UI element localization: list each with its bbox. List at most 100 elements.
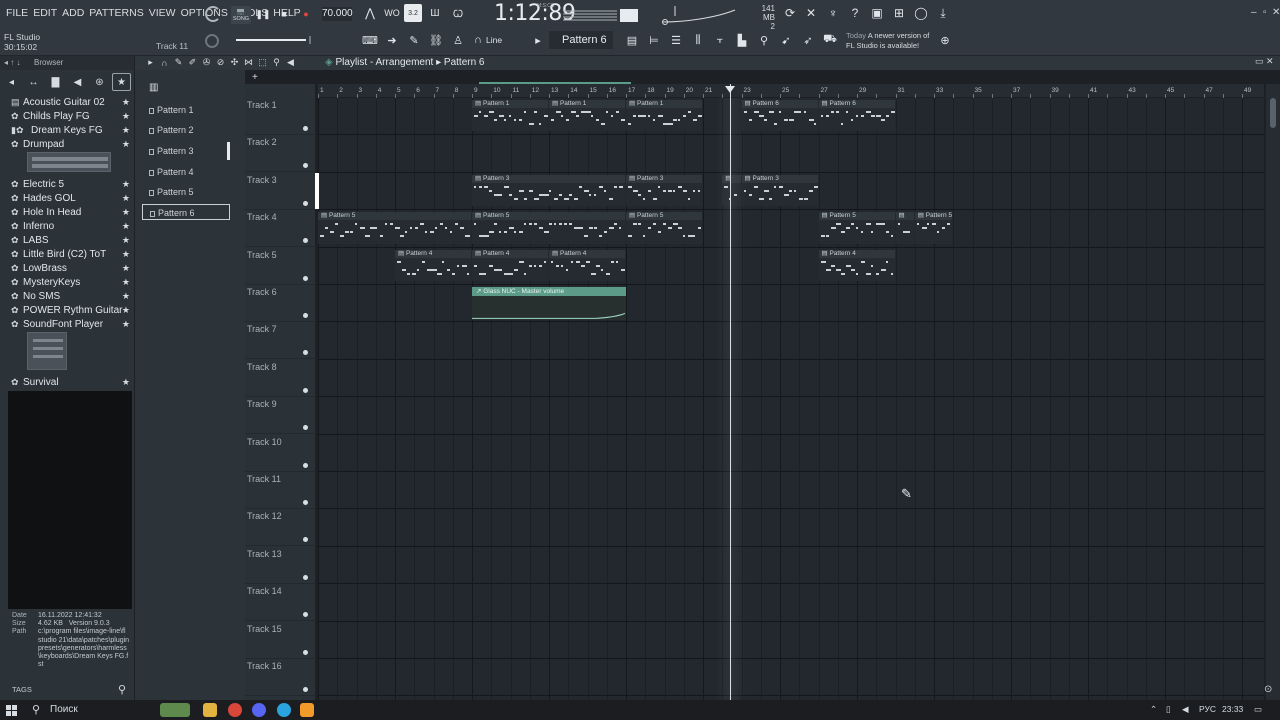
news-panel[interactable]: Today A newer version of FL Studio is av… (846, 31, 929, 50)
record-button[interactable]: ● (298, 6, 314, 22)
track-mute-dot[interactable] (303, 275, 308, 281)
clock[interactable]: 23:33 (1222, 704, 1243, 714)
star-icon[interactable]: ★ (122, 219, 130, 233)
playlist-scrollbar[interactable] (1266, 84, 1280, 700)
track-header[interactable]: Track 13 (245, 547, 315, 584)
playhead-marker[interactable] (725, 86, 735, 93)
browser-item[interactable]: ✿ Drumpad ★ (11, 137, 132, 151)
picker-item[interactable]: Pattern 1 (142, 102, 230, 118)
window-maximize[interactable]: ▫ (1263, 7, 1267, 18)
track-mute-dot[interactable] (303, 238, 308, 244)
loop-region[interactable] (479, 82, 631, 84)
tempo-display[interactable]: 70.000 (322, 7, 353, 21)
add-track-icon[interactable]: + (252, 72, 258, 83)
master-volume-slider[interactable] (234, 36, 314, 44)
tool-playback[interactable]: ◀ (285, 56, 296, 69)
pattern-clip[interactable]: ▤ Pattern 6 (818, 100, 895, 132)
picker-item[interactable]: Pattern 4 (142, 164, 230, 180)
pattern-clip[interactable]: ▤ Pattern 6 (741, 100, 818, 132)
panic-button[interactable]: ✕ (802, 4, 820, 22)
channel-rack-button[interactable]: ⊨ (646, 32, 662, 48)
chat-button[interactable]: ◯ (912, 4, 930, 22)
piano-roll-view-button[interactable]: ☰ (668, 32, 684, 48)
track-mute-dot[interactable] (303, 350, 308, 356)
browser-item[interactable]: ✿ Survival ★ (11, 375, 132, 389)
pencil-button[interactable]: ✎ (406, 32, 422, 48)
picker-item[interactable]: Pattern 2 (142, 122, 230, 138)
pattern-selector[interactable]: Pattern 6 (549, 31, 613, 49)
star-icon[interactable]: ★ (122, 261, 130, 275)
help-button[interactable]: ? (846, 4, 864, 22)
window-minimize[interactable]: – (1251, 7, 1257, 18)
playlist-menu-button[interactable]: ▸ (145, 56, 156, 69)
picker-item[interactable]: Pattern 5 (142, 184, 230, 200)
browser-item[interactable]: ✿ SoundFont Player ★ (11, 317, 132, 331)
track-mute-dot[interactable] (303, 500, 308, 505)
browser-item[interactable]: ✿ No SMS ★ (11, 289, 132, 303)
star-icon[interactable]: ★ (122, 375, 130, 389)
tool-paint[interactable]: ✐ (187, 56, 198, 69)
track-mute-dot[interactable] (303, 425, 308, 431)
pattern-clip[interactable]: ▤ Pattern 5 (318, 212, 471, 244)
track-header[interactable]: Track 14 (245, 584, 315, 622)
track-header[interactable]: Track 10 (245, 435, 315, 472)
track-header[interactable]: Track 1 (245, 98, 315, 135)
snap-icon-button[interactable]: ∩ (470, 32, 486, 48)
tool-zoom[interactable]: ⚲ (271, 56, 282, 69)
star-icon[interactable]: ★ (122, 303, 130, 317)
browser-nav-icons[interactable]: ◂ ↑ ↓ (4, 58, 20, 67)
track-header[interactable]: Track 3 (245, 173, 315, 210)
automation-clip[interactable]: ↗ Glass NUC - Master volume (472, 287, 626, 321)
metronome-button[interactable]: ⋀ (361, 4, 379, 22)
play-button[interactable]: ❚❚ (255, 6, 271, 22)
star-icon[interactable]: ★ (122, 123, 130, 137)
stop-button[interactable]: ■ (276, 6, 292, 22)
step-edit-button[interactable]: 3.2 (404, 4, 422, 22)
arrow-button[interactable]: ➜ (384, 32, 400, 48)
plugin-button[interactable]: ⚲ (756, 32, 772, 48)
pattern-clip[interactable]: ▤ Pattern 4 (395, 249, 471, 281)
track-mute-dot[interactable] (303, 537, 308, 543)
playhead[interactable] (730, 84, 731, 700)
browser-item[interactable]: ✿ MysteryKeys ★ (11, 275, 132, 289)
track-mute-dot[interactable] (303, 612, 308, 618)
download-button[interactable]: ⤓ (934, 4, 952, 22)
midi-button[interactable]: ⊞ (890, 4, 908, 22)
browser-item[interactable]: ✿ Hades GOL ★ (11, 191, 132, 205)
pattern-clip[interactable]: ▤ Pattern 5 (472, 212, 625, 244)
browser-item[interactable]: ✿ POWER Rythm Guitar ★ (11, 303, 132, 317)
notification-icon[interactable]: ▭ (1254, 704, 1262, 715)
tool-slip[interactable]: ✣ (229, 56, 240, 69)
scrollbar-thumb[interactable] (1270, 98, 1276, 128)
pattern-clip[interactable]: ▤ Pattern 1 (549, 100, 625, 132)
tags-search-icon[interactable]: ⚲ (118, 683, 126, 696)
browser-file-button[interactable]: ▇ (46, 73, 65, 91)
online-button[interactable]: ⊕ (937, 32, 953, 48)
pattern-prev-button[interactable]: ▸ (530, 32, 546, 48)
browser-item[interactable]: ✿ Electric 5 ★ (11, 177, 132, 191)
browser-item[interactable]: ✿ Childs Play FG ★ (11, 109, 132, 123)
pattern-clip[interactable]: ▤ Pattern 5 (818, 212, 895, 244)
tool-mute[interactable]: ⊘ (215, 56, 226, 69)
pattern-clip[interactable]: ▤ Pattern 4 (549, 249, 625, 281)
track-mute-dot[interactable] (303, 649, 308, 655)
track-header[interactable]: Track 5 (245, 248, 315, 285)
pattern-clip[interactable]: ▤ Pattern 4 (818, 249, 895, 281)
tool-select[interactable]: ⬚ (257, 56, 268, 69)
link-button[interactable]: ⛓ (428, 32, 444, 48)
track-mute-dot[interactable] (303, 163, 308, 169)
mic-button[interactable]: ♆ (824, 4, 842, 22)
picker-mode-icon[interactable]: ▥ (149, 82, 158, 93)
track-mute-dot[interactable] (303, 126, 308, 131)
loop-record-button[interactable]: Ꞷ (449, 4, 467, 22)
track-header[interactable]: Track 16 (245, 659, 315, 696)
playlist-snap-button[interactable]: ∩ (159, 56, 170, 69)
star-icon[interactable]: ★ (122, 137, 130, 151)
picker-item-selected[interactable]: Pattern 6 (142, 204, 230, 220)
star-icon[interactable]: ★ (122, 177, 130, 191)
pattern-clip[interactable]: ▤ Pattern 3 (626, 174, 702, 207)
track-header[interactable]: Track 4 (245, 210, 315, 248)
tool-delete[interactable]: ✇ (201, 56, 212, 69)
browser-item-selected[interactable]: ▮✿ Dream Keys FG ★ (11, 123, 132, 137)
wait-input-button[interactable]: WO (383, 4, 401, 22)
